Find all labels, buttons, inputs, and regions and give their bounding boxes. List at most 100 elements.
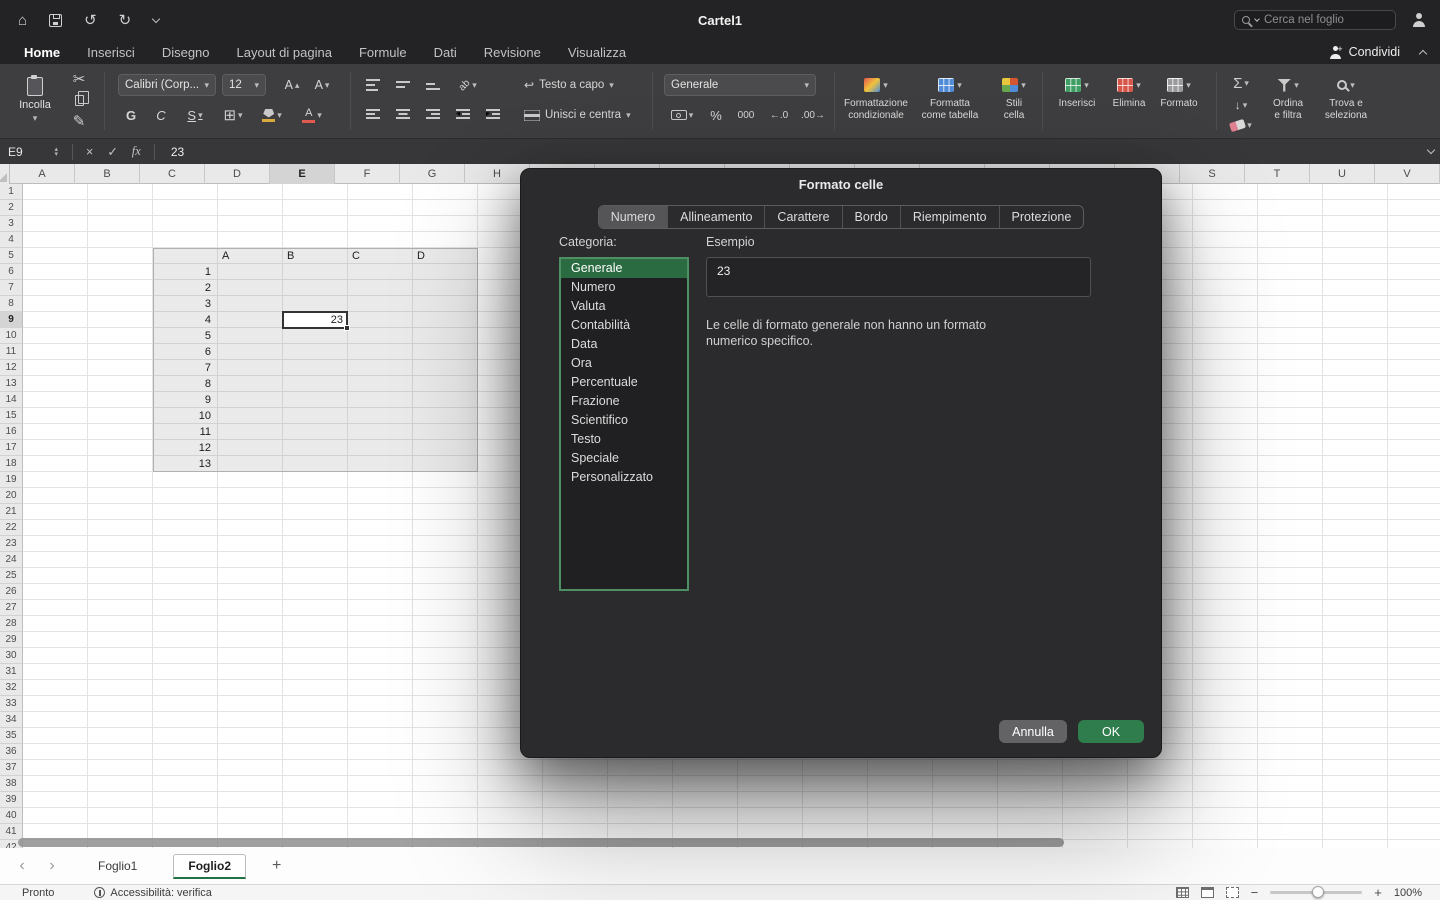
next-sheet-icon[interactable]: › xyxy=(44,857,60,875)
ribbon-tab-revisione[interactable]: Revisione xyxy=(484,45,541,60)
table-number-cell-6[interactable]: 6 xyxy=(153,344,215,360)
table-header-cell-d[interactable]: D xyxy=(413,248,475,264)
column-header-f[interactable]: F xyxy=(335,164,400,184)
stepper-down-icon[interactable]: ▾ xyxy=(54,152,58,157)
percent-format-button[interactable]: % xyxy=(704,104,728,126)
row-header-16[interactable]: 16 xyxy=(0,424,23,440)
thousands-format-button[interactable]: 000 xyxy=(732,104,760,126)
cell-styles-button[interactable]: ▾ Stilicella xyxy=(988,72,1040,121)
select-all-corner[interactable] xyxy=(0,164,10,184)
dialog-tab-bordo[interactable]: Bordo xyxy=(842,206,900,228)
currency-format-button[interactable]: ▾ xyxy=(664,104,700,126)
ribbon-tab-inserisci[interactable]: Inserisci xyxy=(87,45,135,60)
zoom-slider-knob[interactable] xyxy=(1312,886,1324,898)
category-item-ora[interactable]: Ora xyxy=(561,354,687,373)
name-box-stepper[interactable]: ▴▾ xyxy=(54,147,58,157)
row-header-33[interactable]: 33 xyxy=(0,696,23,712)
row-header-8[interactable]: 8 xyxy=(0,296,23,312)
column-header-s[interactable]: S xyxy=(1180,164,1245,184)
row-header-1[interactable]: 1 xyxy=(0,184,23,200)
insert-function-icon[interactable]: fx xyxy=(132,144,141,159)
dialog-tab-numero[interactable]: Numero xyxy=(599,206,667,228)
number-format-select[interactable]: Generale ▾ xyxy=(664,74,816,96)
row-header-34[interactable]: 34 xyxy=(0,712,23,728)
column-header-c[interactable]: C xyxy=(140,164,205,184)
share-button[interactable]: + Condividi xyxy=(1329,45,1400,59)
horizontal-scrollbar[interactable] xyxy=(18,838,1064,847)
row-header-21[interactable]: 21 xyxy=(0,504,23,520)
page-break-view-icon[interactable] xyxy=(1226,887,1239,898)
bold-button[interactable]: G xyxy=(118,104,144,126)
table-number-cell-7[interactable]: 7 xyxy=(153,360,215,376)
row-header-32[interactable]: 32 xyxy=(0,680,23,696)
cancel-button[interactable]: Annulla xyxy=(999,720,1067,743)
wrap-text-button[interactable]: ↩ Testo a capo ▾ xyxy=(524,74,614,96)
borders-button[interactable]: ⊞▾ xyxy=(216,104,250,126)
table-number-cell-2[interactable]: 2 xyxy=(153,280,215,296)
search-box[interactable] xyxy=(1234,10,1396,30)
table-number-cell-3[interactable]: 3 xyxy=(153,296,215,312)
increase-indent-button[interactable] xyxy=(480,104,506,126)
row-header-4[interactable]: 4 xyxy=(0,232,23,248)
table-header-cell-b[interactable]: B xyxy=(283,248,345,264)
merge-center-button[interactable]: Unisci e centra ▾ xyxy=(524,104,631,126)
row-header-12[interactable]: 12 xyxy=(0,360,23,376)
ribbon-tab-layout-di-pagina[interactable]: Layout di pagina xyxy=(237,45,332,60)
ribbon-tab-visualizza[interactable]: Visualizza xyxy=(568,45,626,60)
table-number-cell-10[interactable]: 10 xyxy=(153,408,215,424)
column-header-v[interactable]: V xyxy=(1375,164,1440,184)
home-icon[interactable]: ⌂ xyxy=(18,13,27,28)
row-header-31[interactable]: 31 xyxy=(0,664,23,680)
account-avatar-icon[interactable] xyxy=(1412,13,1426,27)
page-layout-view-icon[interactable] xyxy=(1201,887,1214,898)
selected-cell-e9[interactable]: 23 xyxy=(282,311,348,329)
row-header-23[interactable]: 23 xyxy=(0,536,23,552)
row-header-15[interactable]: 15 xyxy=(0,408,23,424)
decrease-indent-button[interactable] xyxy=(450,104,476,126)
search-input[interactable] xyxy=(1264,14,1388,26)
format-as-table-button[interactable]: ▾ Formattacome tabella xyxy=(914,72,986,121)
paste-button[interactable]: Incolla ▾ xyxy=(10,70,60,130)
row-header-13[interactable]: 13 xyxy=(0,376,23,392)
add-sheet-button[interactable]: + xyxy=(272,857,281,875)
table-number-cell-4[interactable]: 4 xyxy=(153,312,215,328)
row-header-40[interactable]: 40 xyxy=(0,808,23,824)
format-painter-button[interactable]: ✎ xyxy=(68,112,90,130)
column-header-a[interactable]: A xyxy=(10,164,75,184)
row-header-24[interactable]: 24 xyxy=(0,552,23,568)
decrease-font-size-button[interactable]: A▾ xyxy=(308,74,336,96)
increase-decimal-button[interactable]: ←.0 xyxy=(764,104,794,126)
zoom-slider[interactable] xyxy=(1270,891,1362,894)
row-header-27[interactable]: 27 xyxy=(0,600,23,616)
align-right-button[interactable] xyxy=(420,104,446,126)
row-header-18[interactable]: 18 xyxy=(0,456,23,472)
decrease-decimal-button[interactable]: .00→ xyxy=(798,104,828,126)
row-header-20[interactable]: 20 xyxy=(0,488,23,504)
accessibility-status[interactable]: Accessibilità: verifica xyxy=(94,887,211,899)
table-header-cell-c[interactable]: C xyxy=(348,248,410,264)
row-header-14[interactable]: 14 xyxy=(0,392,23,408)
align-center-button[interactable] xyxy=(390,104,416,126)
row-header-9[interactable]: 9 xyxy=(0,312,23,328)
row-header-6[interactable]: 6 xyxy=(0,264,23,280)
column-header-u[interactable]: U xyxy=(1310,164,1375,184)
zoom-out-button[interactable]: − xyxy=(1251,885,1259,900)
redo-icon[interactable]: ↻ xyxy=(119,13,132,28)
row-header-38[interactable]: 38 xyxy=(0,776,23,792)
category-item-contabilita[interactable]: Contabilità xyxy=(561,316,687,335)
table-header-cell-a[interactable]: A xyxy=(218,248,280,264)
category-item-personalizzato[interactable]: Personalizzato xyxy=(561,468,687,487)
sheet-tab-foglio1[interactable]: Foglio1 xyxy=(88,855,147,877)
table-number-cell-5[interactable]: 5 xyxy=(153,328,215,344)
ribbon-tab-formule[interactable]: Formule xyxy=(359,45,407,60)
category-item-valuta[interactable]: Valuta xyxy=(561,297,687,316)
table-number-cell-13[interactable]: 13 xyxy=(153,456,215,472)
row-header-2[interactable]: 2 xyxy=(0,200,23,216)
align-middle-button[interactable] xyxy=(390,74,416,96)
row-header-3[interactable]: 3 xyxy=(0,216,23,232)
dialog-tab-carattere[interactable]: Carattere xyxy=(764,206,841,228)
confirm-entry-icon[interactable]: ✓ xyxy=(107,144,117,159)
table-number-cell-11[interactable]: 11 xyxy=(153,424,215,440)
fill-color-button[interactable]: ▾ xyxy=(254,104,290,126)
fill-handle[interactable] xyxy=(344,325,350,331)
